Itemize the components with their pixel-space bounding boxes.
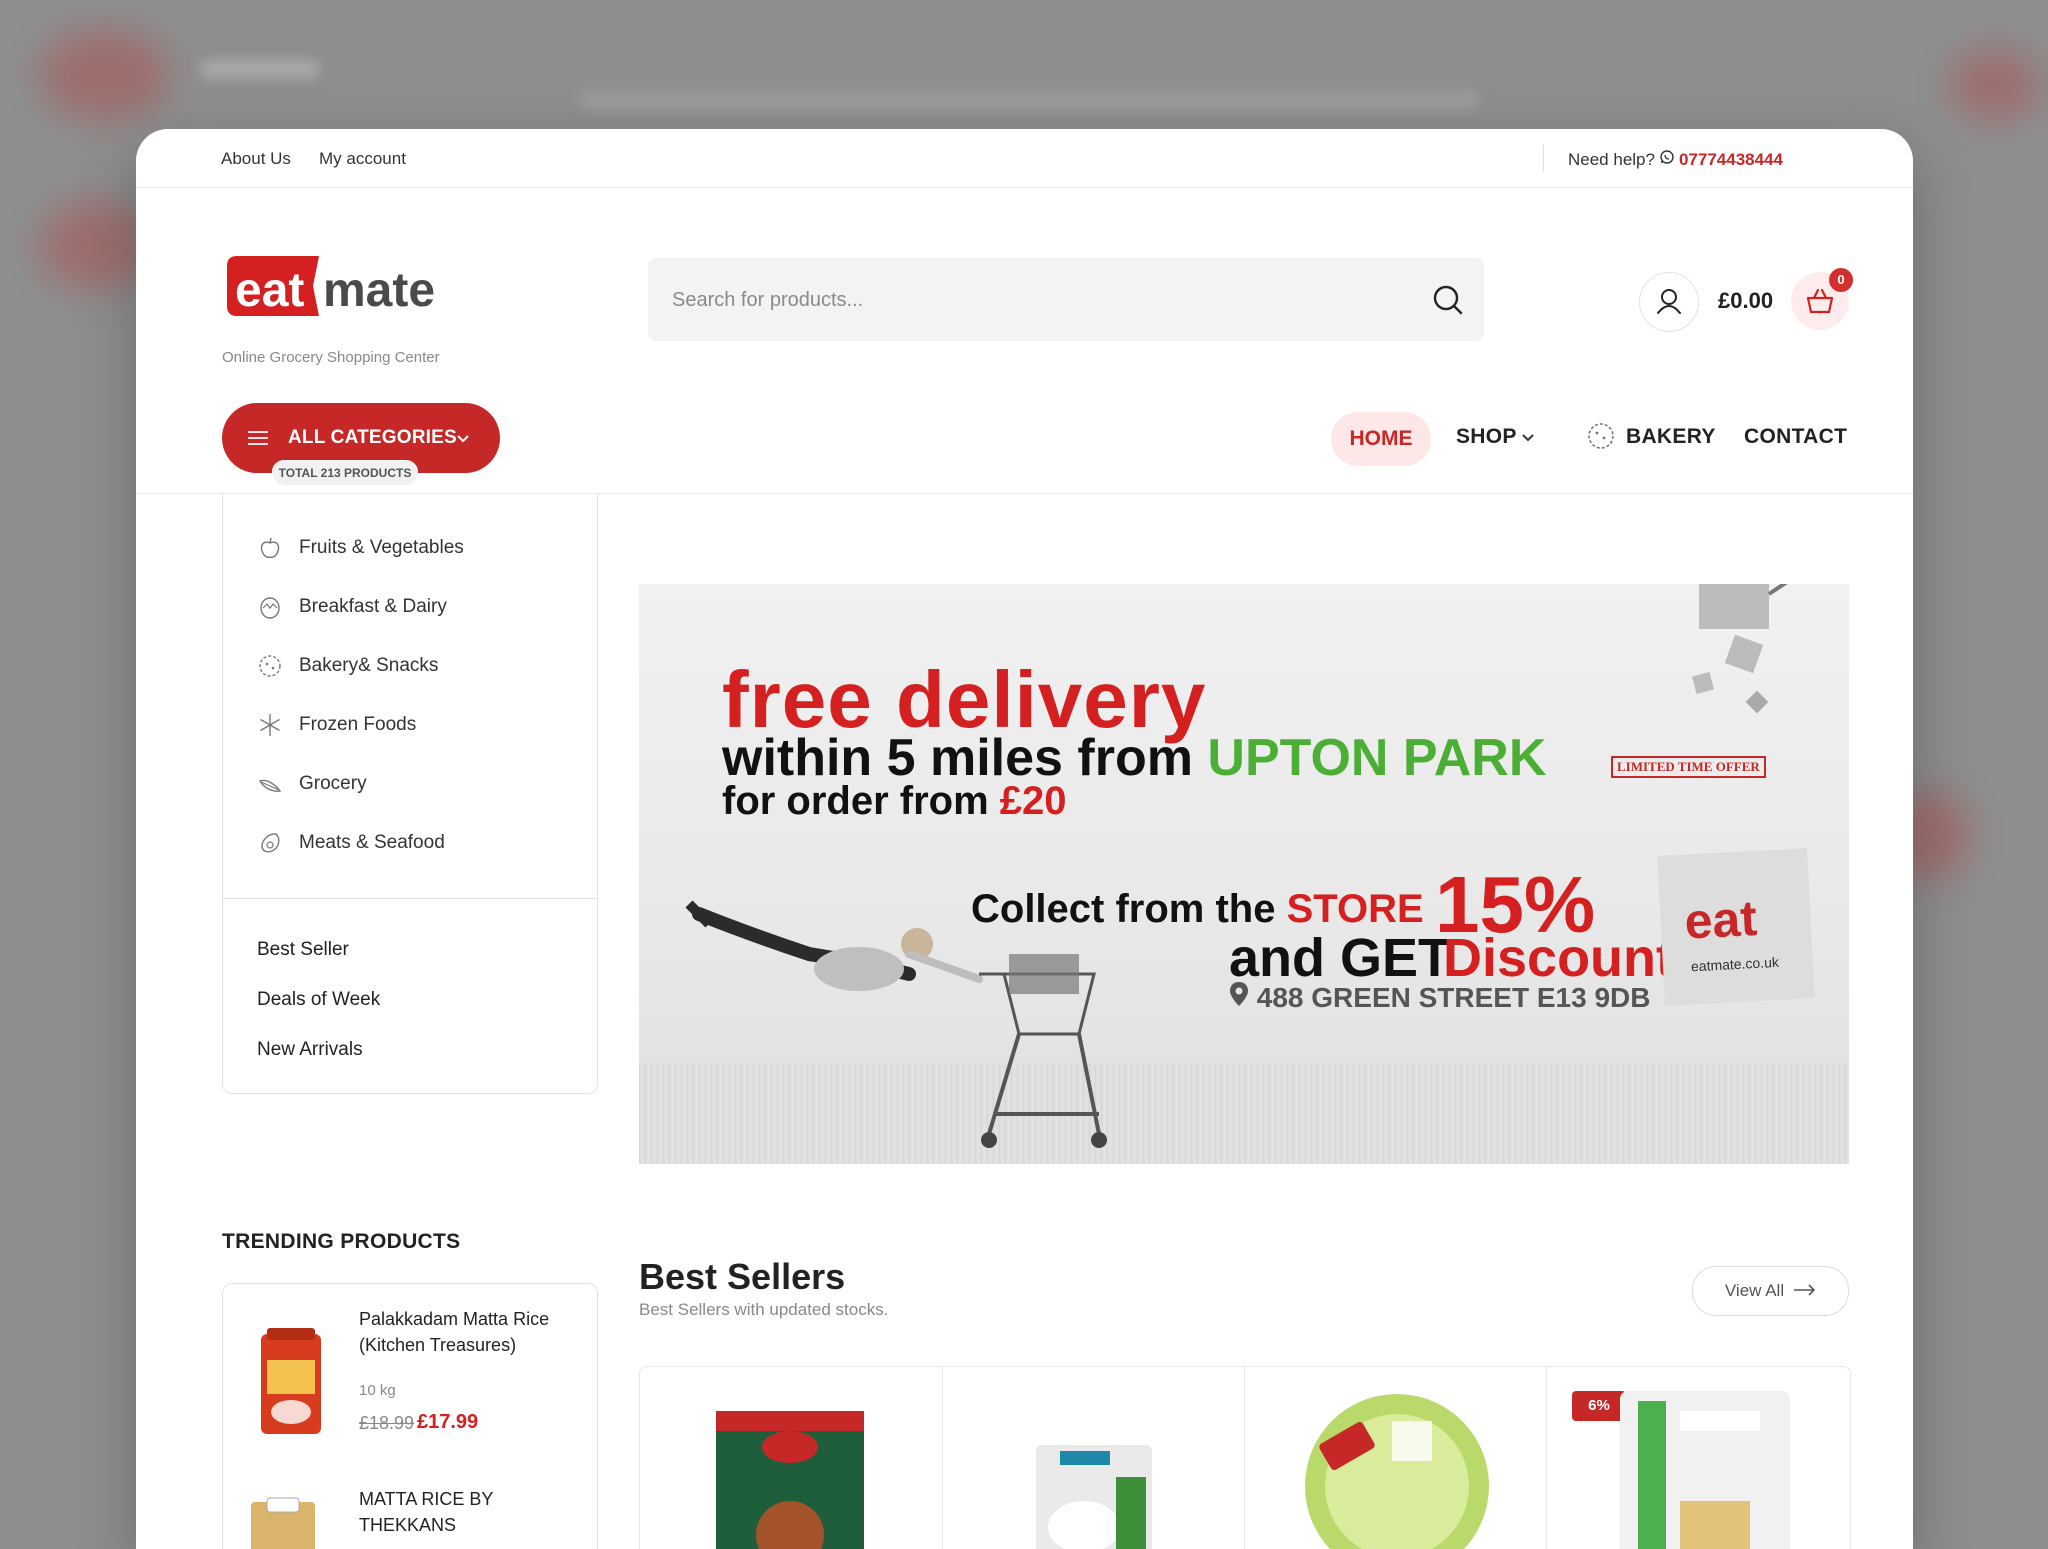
category-frozen-foods[interactable]: Frozen Foods [257,705,416,745]
cart-button[interactable]: 0 [1791,268,1853,330]
shop-chevron-down-icon[interactable] [1520,429,1536,450]
arrow-right-icon [1794,1281,1816,1301]
category-label: Breakfast & Dairy [299,596,447,617]
sidebar-divider [223,898,597,899]
product-card[interactable]: 6% [1546,1367,1850,1549]
sidebar-link-best-seller[interactable]: Best Seller [257,939,349,961]
browser-frame: About Us My account Need help? 077744384… [136,129,1913,1549]
help-label: Need help? [1568,149,1655,169]
promo-banner[interactable]: free delivery within 5 miles from UPTON … [639,584,1849,1164]
snowflake-icon [257,712,283,738]
basket-icon [1791,288,1849,334]
category-grocery[interactable]: Grocery [257,764,367,804]
nav-home[interactable]: HOME [1331,412,1431,466]
leaf-icon [257,771,283,797]
banner-order-amount: £20 [999,779,1067,823]
egg-icon [257,594,283,620]
my-account-link[interactable]: My account [319,149,406,169]
eatmate-stamp: eat eatmate.co.uk [1657,848,1815,1006]
whatsapp-icon [1659,149,1675,170]
product-image-papad [1305,1394,1489,1549]
phone-link[interactable]: 07774438444 [1679,150,1783,170]
account-button[interactable] [1639,272,1699,332]
banner-line-order: for order from £20 [722,779,1067,824]
view-all-button[interactable]: View All [1692,1266,1849,1316]
best-sellers-title: Best Sellers [639,1256,846,1297]
help-contact: Need help? 07774438444 [1568,149,1783,170]
search-input[interactable] [670,258,1414,343]
apple-icon [257,535,283,561]
product-card[interactable] [1244,1367,1547,1549]
logo-mate: mate [323,264,435,317]
banner-discount: Discount [1443,928,1675,988]
product-card[interactable] [640,1367,943,1549]
trending-product-old-price: £18.99 [359,1413,415,1433]
product-image-kaima-rice [716,1411,864,1549]
category-bakery-snacks[interactable]: Bakery& Snacks [257,646,438,686]
product-image-rice-murukku [1620,1391,1790,1549]
banner-collect-line: Collect from the STORE [971,887,1424,932]
stamp-logo: eat [1683,889,1759,950]
nav-shop[interactable]: SHOP [1456,425,1517,449]
category-label: Fruits & Vegetables [299,537,464,558]
trending-list: Palakkadam Matta Rice (Kitchen Treasures… [222,1283,598,1549]
trending-title: TRENDING PRODUCTS [222,1230,461,1253]
sidebar-link-deals-of-week[interactable]: Deals of Week [257,989,380,1011]
category-label: Bakery& Snacks [299,655,439,676]
trending-product-name[interactable]: Palakkadam Matta Rice (Kitchen Treasures… [359,1306,579,1358]
trending-product-name[interactable]: MATTA RICE BY THEKKANS [359,1486,579,1538]
product-card[interactable] [942,1367,1245,1549]
category-label: Grocery [299,773,367,794]
best-sellers-subtitle: Best Sellers with updated stocks. [639,1300,889,1319]
stamp-url: eatmate.co.uk [1690,953,1780,975]
banner-collect-text: Collect from the [971,887,1287,931]
category-fruits-vegetables[interactable]: Fruits & Vegetables [257,528,464,568]
best-sellers-grid: 6% [639,1366,1851,1549]
view-all-label: View All [1724,1281,1785,1300]
search-bar [648,258,1484,343]
bakery-cookie-icon [1586,421,1616,456]
limited-offer-stamp: LIMITED TIME OFFER [1611,756,1766,778]
site-logo[interactable]: eat mate [221,252,461,332]
banner-address-text: 488 GREEN STREET E13 9DB [1256,982,1651,1013]
user-icon [1640,289,1698,335]
trending-product-new-price: £17.99 [417,1411,479,1433]
all-categories-label: ALL CATEGORIES [288,427,457,448]
flying-groceries-illustration [1691,584,1788,714]
banner-upton-park: UPTON PARK [1207,729,1547,787]
total-products-pill: TOTAL 213 PRODUCTS [272,460,418,486]
search-icon [1426,285,1470,326]
product-image-viswas-coconut [1036,1445,1152,1549]
logo-eat: eat [235,264,304,317]
category-label: Meats & Seafood [299,832,445,853]
menu-icon [248,430,268,451]
chevron-down-icon [455,430,471,451]
cart-total[interactable]: £0.00 [1718,288,1773,314]
category-label: Frozen Foods [299,714,417,735]
banner-order-text: for order from [722,779,1000,823]
nav-contact[interactable]: CONTACT [1744,425,1847,449]
banner-store-text: STORE [1286,887,1424,931]
category-breakfast-dairy[interactable]: Breakfast & Dairy [257,587,447,627]
sidebar-link-new-arrivals[interactable]: New Arrivals [257,1039,363,1061]
product-image-matta-rice[interactable] [245,1494,321,1549]
cart-count-badge: 0 [1829,268,1853,292]
about-us-link[interactable]: About Us [221,149,291,169]
category-meats-seafood[interactable]: Meats & Seafood [257,823,445,863]
banner-and-get: and GET [1229,928,1452,988]
location-pin-icon [1229,982,1257,1013]
tagline: Online Grocery Shopping Center [222,349,440,366]
banner-address: 488 GREEN STREET E13 9DB [1229,981,1650,1014]
cookie-icon [257,653,283,679]
meat-icon [257,830,283,856]
category-sidebar: Fruits & Vegetables Breakfast & Dairy Ba… [222,493,598,1094]
search-button[interactable] [1426,278,1470,322]
nav-bakery[interactable]: BAKERY [1626,425,1716,449]
product-image-rice-bag[interactable] [253,1324,329,1440]
top-divider [1543,145,1544,171]
trending-product-weight: 10 kg [359,1382,396,1399]
